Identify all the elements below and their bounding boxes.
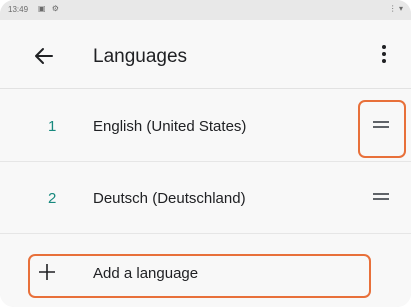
system-status-icons: ⋮ ▾ — [388, 4, 403, 13]
settings-screen: 13:49 ▣ ⚙ ⋮ ▾ Languages 1 English (Unite… — [0, 0, 411, 307]
plus-icon — [38, 263, 56, 281]
language-name: English (United States) — [93, 118, 247, 135]
notification-icons: ▣ ⚙ — [38, 4, 61, 13]
more-vert-icon[interactable] — [377, 42, 391, 68]
language-row-2[interactable]: 2 Deutsch (Deutschland) — [0, 161, 411, 234]
status-bar: 13:49 ▣ ⚙ ⋮ ▾ — [0, 0, 411, 20]
app-bar: Languages — [0, 20, 411, 89]
drag-handle-icon[interactable] — [373, 190, 391, 204]
status-time: 13:49 — [8, 5, 29, 14]
language-name: Deutsch (Deutschland) — [93, 190, 246, 207]
add-language-label: Add a language — [93, 265, 199, 282]
language-index: 1 — [48, 118, 57, 135]
drag-handle-icon[interactable] — [373, 118, 391, 132]
language-index: 2 — [48, 190, 57, 207]
language-list: 1 English (United States) 2 Deutsch (Deu… — [0, 89, 411, 307]
page-title: Languages — [93, 46, 188, 67]
add-language-button[interactable]: Add a language — [0, 243, 411, 307]
back-arrow-icon[interactable] — [32, 44, 56, 68]
language-row-1[interactable]: 1 English (United States) — [0, 89, 411, 162]
